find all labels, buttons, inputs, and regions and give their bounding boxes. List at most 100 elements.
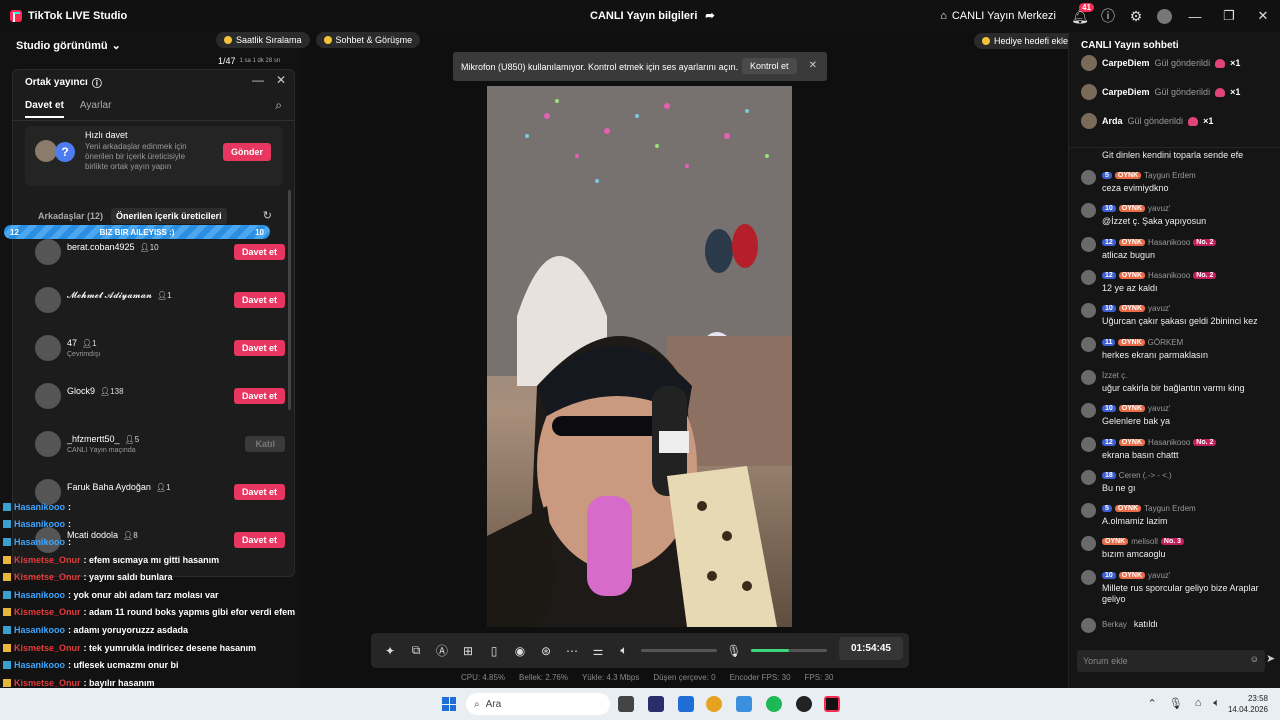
outlook-icon[interactable] [678, 696, 694, 712]
speaker-icon[interactable]: 🔈︎ [615, 643, 633, 658]
windows-start-icon[interactable] [442, 697, 456, 711]
panel-minimize-button[interactable]: — [252, 73, 264, 87]
microphone-icon[interactable]: 🎙︎ [1169, 697, 1183, 710]
send-button[interactable]: Gönder [222, 143, 271, 161]
chat-text: 12 ye az kaldı [1102, 283, 1158, 293]
chat-user: Kismetse_Onur [14, 554, 81, 565]
taskbar-search[interactable]: ⌕ Ara [466, 693, 610, 715]
add-gift-goal-button[interactable]: Hediye hedefi ekle [974, 33, 1077, 49]
minimize-button[interactable]: — [1178, 0, 1212, 32]
filter-friends[interactable]: Arkadaşlar (12) [38, 211, 103, 221]
chat-text: ceza evimiydkno [1102, 183, 1169, 193]
app-icon[interactable] [736, 696, 752, 712]
chat-user[interactable]: Taygun Erdem [1144, 504, 1196, 513]
fan-badge: OYNK [1118, 439, 1146, 446]
avatar [1081, 536, 1096, 551]
chat-header: OYNK melisoll No. 3 [1102, 537, 1185, 546]
overlay-chat: Hasanikooo: Hasanikooo: Hasanikooo: Kism… [0, 498, 320, 692]
sliders-icon[interactable]: ⚌ [589, 644, 607, 658]
comment-input[interactable]: Yorum ekle ☺ [1077, 650, 1265, 672]
video-preview[interactable] [487, 86, 792, 627]
spotify-icon[interactable] [766, 696, 782, 712]
clock[interactable]: 23:58 14.04.2026 [1228, 693, 1268, 715]
live-info-button[interactable]: CANLI Yayın bilgileri ➦ [590, 9, 715, 23]
live-center-button[interactable]: ⌂ CANLI Yayın Merkezi [940, 10, 1056, 22]
gift-text: Gül gönderildi [1154, 58, 1211, 68]
app-icon[interactable] [796, 696, 812, 712]
tab-settings[interactable]: Ayarlar [80, 100, 112, 118]
scrollbar[interactable] [288, 190, 291, 410]
layout-icon[interactable]: ⧉ [407, 643, 425, 658]
chat-user[interactable]: Ceren (.-> - <.) [1119, 471, 1172, 480]
notifications-button[interactable]: 🔔︎ 41 [1066, 0, 1094, 32]
gift-user: CarpeDiem [1102, 87, 1150, 97]
info-icon[interactable]: ⓘ [92, 75, 102, 90]
chat-user: Hasanikooo [14, 589, 66, 600]
chat-user[interactable]: Hasanikooo [1148, 438, 1190, 447]
help-button[interactable]: ⓘ [1094, 0, 1122, 32]
avatar [1081, 570, 1096, 585]
chrome-icon[interactable] [706, 696, 722, 712]
chat-user[interactable]: İzzet ç. [1102, 371, 1127, 380]
invite-button[interactable]: Davet et [233, 292, 285, 308]
level-badge: 18 [1102, 472, 1116, 479]
gift-count: ×1 [1203, 116, 1214, 126]
join-button[interactable]: Katıl [245, 436, 285, 452]
chat-meeting-pill[interactable]: Sohbet & Görüşme [315, 32, 421, 48]
chat-text: Git dinlen kendini toparla sende efe [1102, 150, 1244, 160]
add-source-icon[interactable]: ⊞ [459, 644, 477, 658]
maximize-button[interactable]: ❐ [1212, 0, 1246, 32]
chat-user[interactable]: Taygun Erdem [1144, 171, 1196, 180]
chat-user[interactable]: yavuz' [1148, 571, 1170, 580]
effects-icon[interactable]: ✦ [381, 644, 399, 658]
quick-invite-card: ? Hızlı davet Yeni arkadaşlar edinmek iç… [25, 126, 283, 186]
task-view-icon[interactable] [618, 696, 634, 712]
chat-user[interactable]: Hasanikooo [1148, 238, 1190, 247]
chat-message: 12 OYNK Hasanikooo No. 2 atlicaz bugun [1081, 236, 1271, 265]
chat-user[interactable]: yavuz' [1148, 204, 1170, 213]
close-button[interactable]: ✕ [1246, 0, 1280, 32]
send-icon[interactable]: ➤ [1266, 652, 1275, 665]
invite-button[interactable]: Davet et [233, 340, 285, 356]
chat-user[interactable]: yavuz' [1148, 404, 1170, 413]
more-icon[interactable]: ⋯ [563, 644, 581, 658]
chat-user[interactable]: yavuz' [1148, 304, 1170, 313]
chat-text: A.olmamiz lazim [1102, 516, 1168, 526]
app-icon[interactable] [648, 696, 664, 712]
chat-user[interactable]: GÖRKEM [1148, 338, 1184, 347]
chat-text: Bu ne gı [1102, 483, 1136, 493]
camera-switch-icon[interactable]: ⊛ [537, 644, 555, 658]
quick-invite-desc: Yeni arkadaşlar edinmek için önerilen bi… [85, 142, 187, 171]
chat-user[interactable]: melisoll [1131, 537, 1158, 546]
hourly-ranking-pill[interactable]: Saatlik Sıralama [216, 32, 310, 48]
emoji-icon[interactable]: ☺ [1250, 654, 1259, 664]
settings-button[interactable]: ⚙ [1122, 0, 1150, 32]
tab-invite[interactable]: Davet et [25, 100, 64, 118]
studio-view-dropdown[interactable]: Studio görünümü ⌄ [16, 39, 121, 53]
invite-button[interactable]: Davet et [233, 388, 285, 404]
phone-icon[interactable]: ▯ [485, 644, 503, 658]
check-button[interactable]: Kontrol et [742, 58, 797, 74]
filter-suggested[interactable]: Önerilen içerik üreticileri [111, 208, 227, 224]
microphone-icon[interactable]: 🎙︎ [725, 644, 743, 658]
chat-user[interactable]: Hasanikooo [1148, 271, 1190, 280]
chat-user[interactable]: Berkay [1102, 620, 1127, 629]
tiktok-studio-icon[interactable] [824, 696, 840, 712]
gift-item: CarpeDiem Gül gönderildi ×1 [1081, 83, 1240, 101]
chat-text: @İzzet ç. Şaka yapıyosun [1102, 216, 1207, 226]
streak-bar: 12 BIZ BIR AILEYISS :) 10 [4, 225, 270, 239]
fan-badge: OYNK [1118, 205, 1146, 212]
chat-text: : yok onur abi adam tarz molası var [68, 589, 219, 600]
refresh-icon[interactable]: ↻ [263, 209, 272, 222]
invite-button[interactable]: Davet et [233, 244, 285, 260]
close-icon[interactable]: ✕ [809, 60, 817, 71]
volume-slider[interactable] [641, 649, 717, 652]
panel-close-button[interactable]: ✕ [276, 73, 286, 87]
network-icon[interactable]: ⌂ [1195, 697, 1202, 710]
ai-icon[interactable]: Ⓐ [433, 642, 451, 659]
record-icon[interactable]: ◉ [511, 644, 529, 658]
chevron-up-icon[interactable]: ⌃ [1148, 697, 1157, 710]
volume-icon[interactable]: 🔈︎ [1213, 697, 1220, 710]
profile-button[interactable] [1150, 0, 1178, 32]
search-icon[interactable]: ⌕ [275, 98, 282, 113]
